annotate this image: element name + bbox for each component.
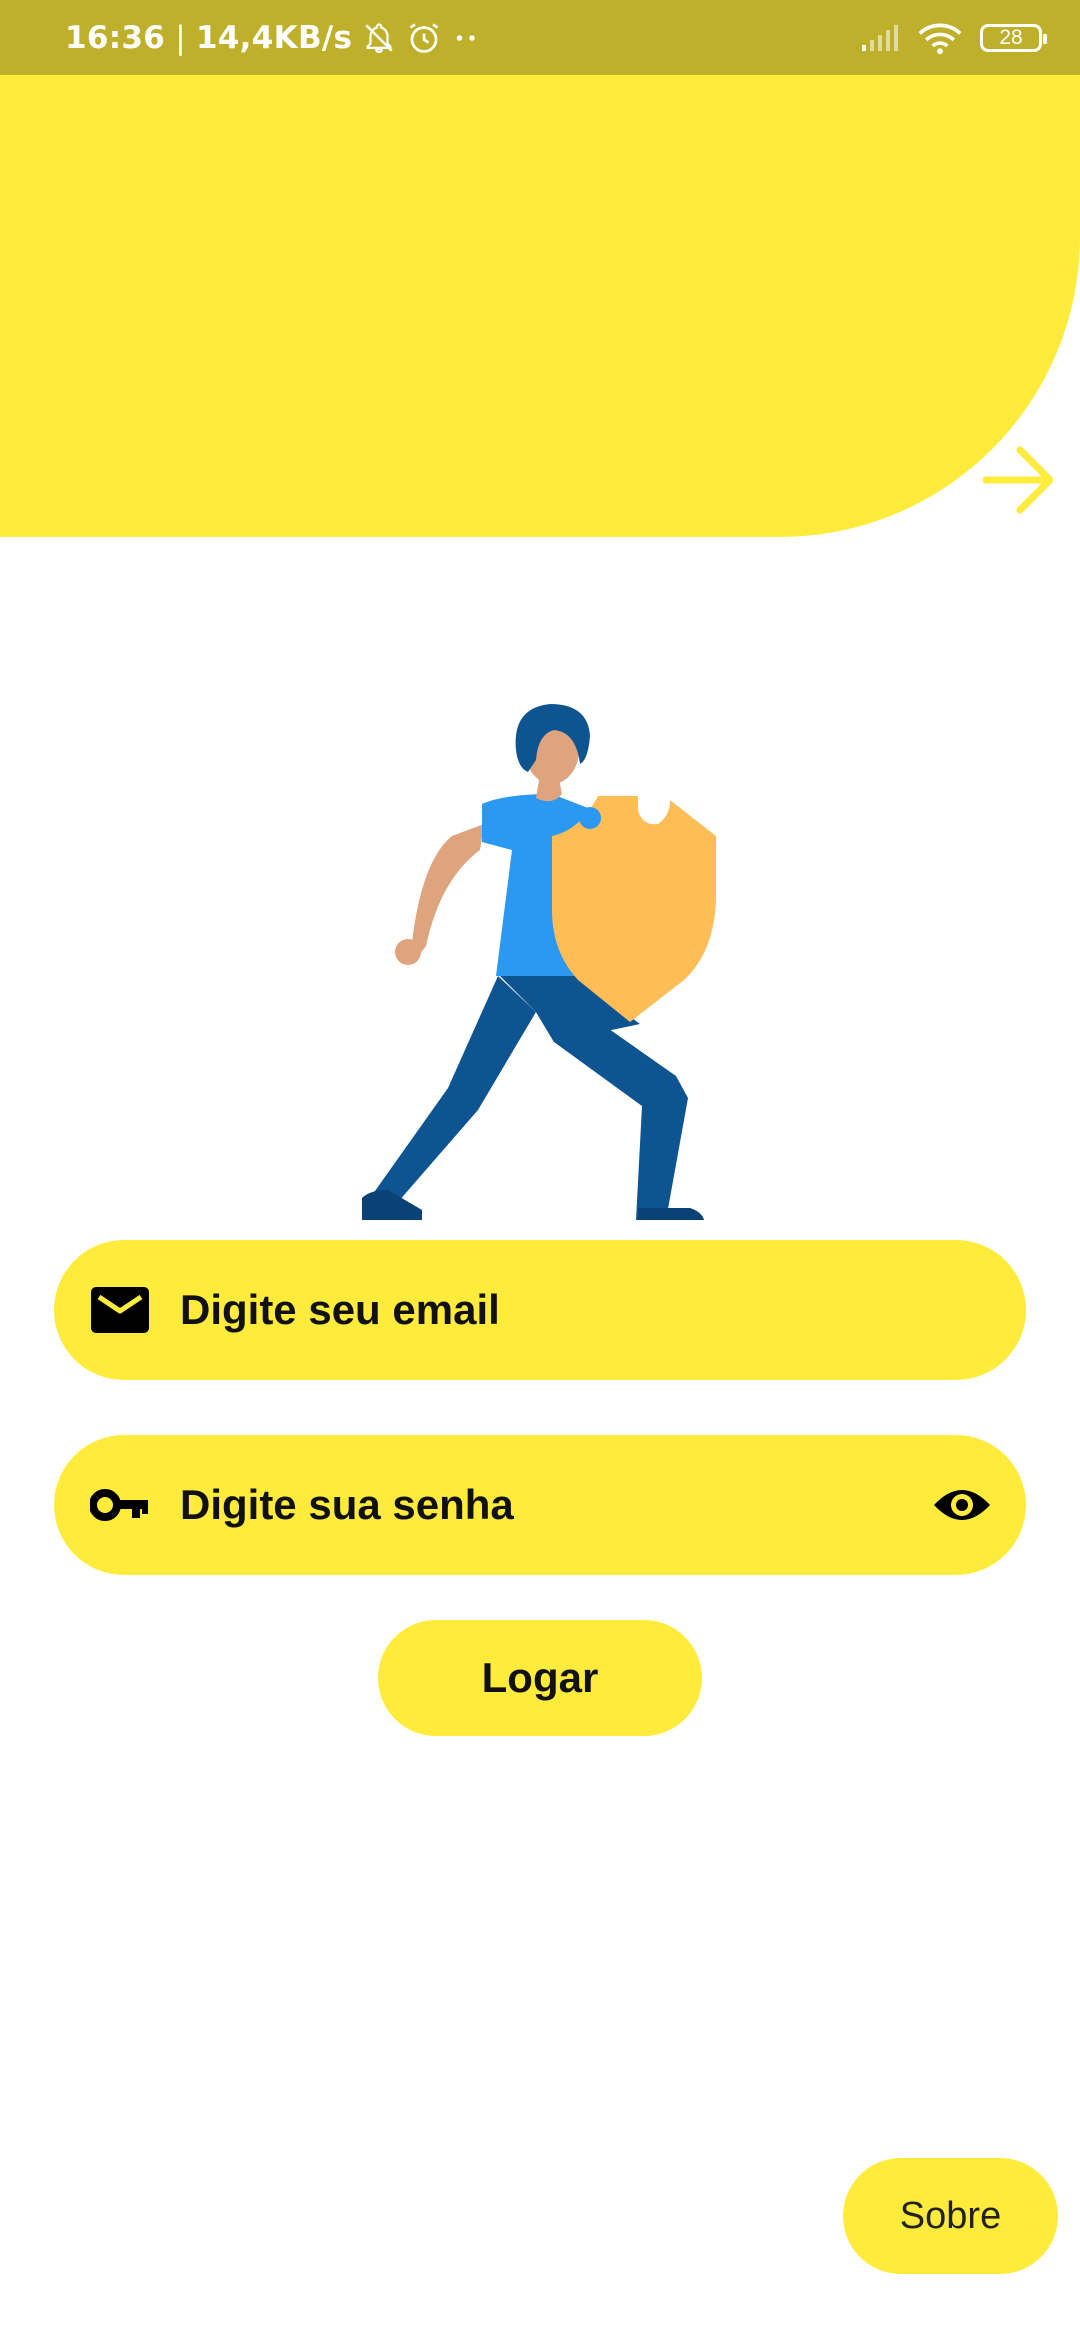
- login-button[interactable]: Logar: [378, 1620, 702, 1736]
- status-network-speed: 14,4KB/s: [195, 19, 353, 56]
- person-with-shield-illustration: [362, 704, 716, 1220]
- email-placeholder: Digite seu email: [180, 1286, 500, 1333]
- password-placeholder: Digite sua senha: [180, 1481, 514, 1528]
- battery-icon: 28: [980, 23, 1047, 52]
- password-field[interactable]: Digite sua senha: [54, 1435, 1026, 1575]
- header-banner: [0, 75, 1080, 537]
- signal-icon: [862, 24, 898, 51]
- status-separator: |: [175, 19, 186, 56]
- status-bar: 16:36 | 14,4KB/s 28: [0, 0, 1080, 75]
- about-button-label: Sobre: [899, 2194, 1002, 2237]
- notifications-off-icon: [365, 22, 393, 53]
- more-dots-icon: [457, 34, 475, 41]
- wifi-icon: [918, 23, 962, 54]
- email-field[interactable]: Digite seu email: [54, 1240, 1026, 1380]
- status-left: 16:36 | 14,4KB/s: [65, 0, 482, 75]
- status-right: 28: [860, 0, 1047, 75]
- login-button-label: Logar: [481, 1654, 599, 1701]
- eye-icon[interactable]: [930, 1473, 994, 1537]
- arrow-right-icon[interactable]: [980, 440, 1060, 520]
- email-icon: [90, 1280, 150, 1340]
- alarm-icon: [410, 22, 439, 53]
- about-button[interactable]: Sobre: [843, 2158, 1058, 2274]
- key-icon: [90, 1475, 150, 1535]
- status-time: 16:36: [65, 19, 166, 56]
- battery-level: 28: [999, 25, 1023, 49]
